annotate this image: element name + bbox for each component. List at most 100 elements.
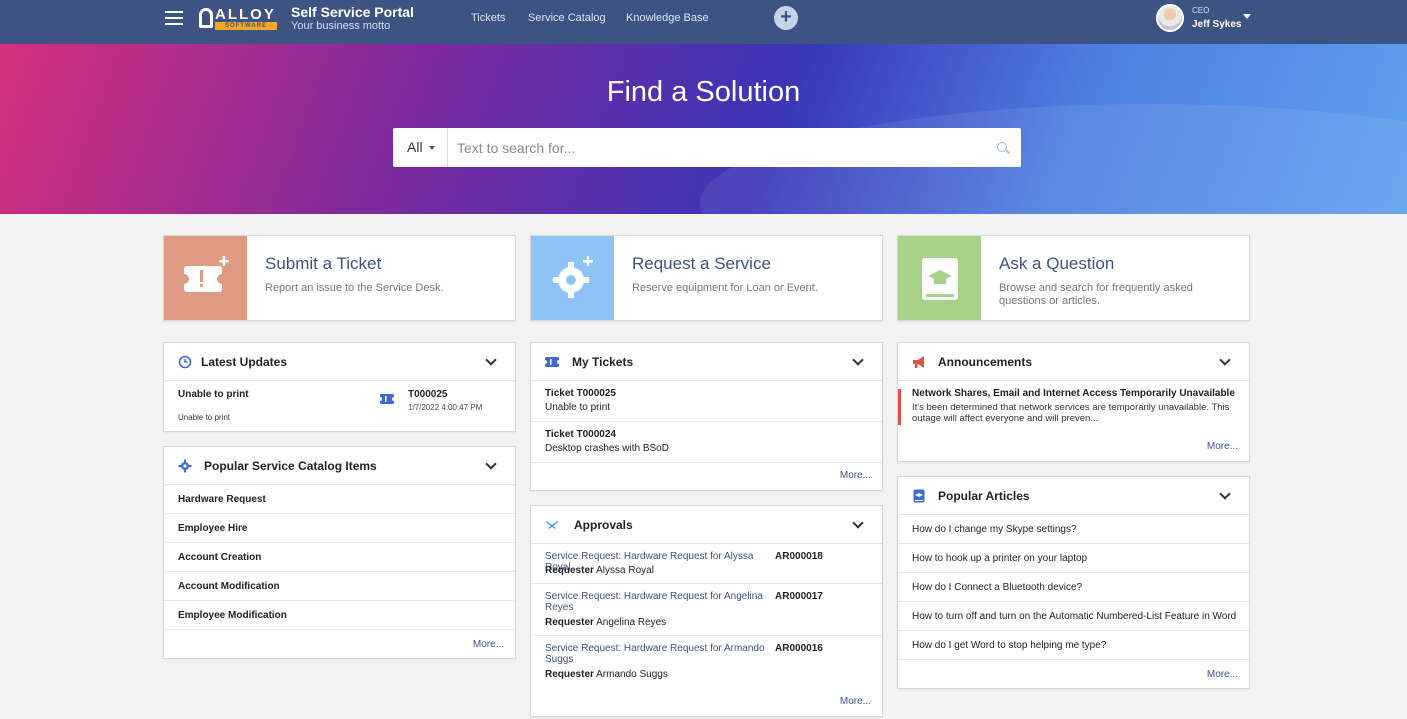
table-row[interactable]: Ticket T000025 Unable to print [531, 381, 882, 422]
chevron-down-icon[interactable] [1219, 354, 1231, 366]
table-row: Service Request: Hardware Request for Ar… [531, 636, 882, 688]
article-item[interactable]: How do I Connect a Bluetooth device? [898, 573, 1249, 602]
requester-name: Armando Suggs [596, 669, 668, 680]
requester-label: Requester [545, 669, 594, 680]
ask-question-desc: Browse and search for frequently asked q… [999, 282, 1193, 307]
my-tickets-panel: My Tickets Ticket T000025 Unable to prin… [530, 342, 883, 491]
ticket-icon [545, 357, 559, 367]
logo-text: ALLOY [215, 6, 276, 23]
announcements-panel: Announcements Network Shares, Email and … [897, 342, 1250, 462]
approval-id: AR000018 [775, 551, 823, 562]
catalog-panel: Popular Service Catalog Items Hardware R… [163, 446, 516, 659]
search-scope-select[interactable]: All [393, 128, 448, 167]
ticket-subject: Desktop crashes with BSoD [545, 443, 669, 454]
search-input[interactable] [449, 128, 989, 167]
approval-id: AR000017 [775, 591, 823, 602]
nav-tickets[interactable]: Tickets [471, 12, 505, 24]
catalog-item[interactable]: Account Modification [164, 572, 515, 601]
ticket-id: Ticket T000025 [545, 388, 616, 399]
article-item[interactable]: How to turn off and turn on the Automati… [898, 602, 1249, 631]
search-scope-label: All [407, 139, 423, 155]
user-name[interactable]: Jeff Sykes [1192, 19, 1241, 30]
alloy-logo[interactable]: ALLOY SOFTWARE [199, 6, 279, 30]
latest-updates-header[interactable]: Latest Updates [164, 343, 515, 381]
ask-question-title: Ask a Question [999, 254, 1115, 273]
megaphone-icon [913, 356, 924, 368]
book-icon [913, 489, 925, 503]
catalog-item[interactable]: Account Creation [164, 543, 515, 572]
article-item[interactable]: How to hook up a printer on your laptop [898, 544, 1249, 573]
table-row: Service Request: Hardware Request for Al… [531, 544, 882, 584]
announcement-title: Network Shares, Email and Internet Acces… [912, 388, 1235, 399]
articles-panel: Popular Articles How do I change my Skyp… [897, 476, 1250, 689]
chevron-down-icon[interactable] [852, 354, 864, 366]
chevron-down-icon[interactable] [1219, 488, 1231, 500]
latest-updates-title: Latest Updates [201, 355, 288, 369]
add-button[interactable]: + [774, 6, 798, 30]
update-date: 1/7/2022 4:00:47 PM [408, 403, 483, 412]
ticket-id: Ticket T000024 [545, 429, 616, 440]
chevron-down-icon[interactable] [485, 458, 497, 470]
gear-icon [178, 459, 192, 473]
logo-mark-icon [199, 8, 213, 28]
my-tickets-header[interactable]: My Tickets [531, 343, 882, 381]
approval-link[interactable]: Service Request: Hardware Request for Ar… [545, 643, 765, 665]
articles-title: Popular Articles [938, 489, 1030, 503]
table-row: Service Request: Hardware Request for An… [531, 584, 882, 636]
announcement-text: It's been determined that network servic… [912, 402, 1230, 424]
logo-subtext: SOFTWARE [215, 22, 277, 30]
request-service-desc: Reserve equipment for Loan or Event. [632, 282, 818, 294]
article-item[interactable]: How do I get Word to stop helping me typ… [898, 631, 1249, 660]
ticket-subject: Unable to print [545, 402, 611, 413]
chevron-down-icon[interactable] [852, 517, 864, 529]
ask-question-card[interactable]: Ask a Question Browse and search for fre… [897, 235, 1250, 321]
approvals-more-link[interactable]: More... [840, 696, 871, 707]
approval-id: AR000016 [775, 643, 823, 654]
requester-label: Requester [545, 565, 594, 576]
approval-link[interactable]: Service Request: Hardware Request for An… [545, 591, 765, 613]
list-item[interactable]: Unable to print Unable to print T000025 … [164, 381, 515, 431]
announcements-header[interactable]: Announcements [898, 343, 1249, 381]
announcement-marker [898, 389, 901, 425]
approval-flow-icon [545, 521, 559, 529]
gear-plus-icon [531, 236, 614, 320]
announcements-title: Announcements [938, 355, 1033, 369]
request-service-card[interactable]: Request a Service Reserve equipment for … [530, 235, 883, 321]
nav-knowledge-base[interactable]: Knowledge Base [626, 12, 709, 24]
portal-motto: Your business motto [291, 20, 391, 32]
portal-title: Self Service Portal [291, 4, 414, 20]
submit-ticket-card[interactable]: Submit a Ticket Report an issue to the S… [163, 235, 516, 321]
search-icon[interactable] [997, 142, 1007, 152]
submit-ticket-desc: Report an issue to the Service Desk. [265, 282, 444, 294]
articles-header[interactable]: Popular Articles [898, 477, 1249, 515]
ticket-icon [380, 394, 394, 404]
catalog-item[interactable]: Employee Modification [164, 601, 515, 630]
user-menu-chevron-down-icon[interactable] [1243, 14, 1251, 19]
list-item[interactable]: Network Shares, Email and Internet Acces… [898, 381, 1249, 433]
latest-updates-panel: Latest Updates Unable to print Unable to… [163, 342, 516, 432]
search-bar: All [393, 128, 1021, 167]
book-icon [898, 236, 981, 320]
update-subtext: Unable to print [178, 413, 231, 422]
top-navbar: ALLOY SOFTWARE Self Service Portal Your … [0, 0, 1407, 44]
tickets-more-link[interactable]: More... [840, 470, 871, 481]
my-tickets-title: My Tickets [572, 355, 634, 369]
nav-service-catalog[interactable]: Service Catalog [528, 12, 606, 24]
catalog-item[interactable]: Hardware Request [164, 485, 515, 514]
catalog-more-link[interactable]: More... [473, 639, 504, 650]
refresh-clock-icon [178, 355, 192, 369]
article-item[interactable]: How do I change my Skype settings? [898, 515, 1249, 544]
approvals-panel: Approvals Service Request: Hardware Requ… [530, 505, 883, 717]
articles-more-link[interactable]: More... [1207, 669, 1238, 680]
hamburger-menu-icon[interactable] [165, 11, 183, 25]
avatar[interactable] [1156, 4, 1184, 32]
announcements-more-link[interactable]: More... [1207, 441, 1238, 452]
catalog-item[interactable]: Employee Hire [164, 514, 515, 543]
chevron-down-icon[interactable] [485, 354, 497, 366]
approvals-title: Approvals [574, 518, 633, 532]
user-role: CEO [1192, 6, 1210, 15]
catalog-header[interactable]: Popular Service Catalog Items [164, 447, 515, 485]
table-row[interactable]: Ticket T000024 Desktop crashes with BSoD [531, 422, 882, 463]
request-service-title: Request a Service [632, 254, 771, 273]
approvals-header[interactable]: Approvals [531, 506, 882, 544]
